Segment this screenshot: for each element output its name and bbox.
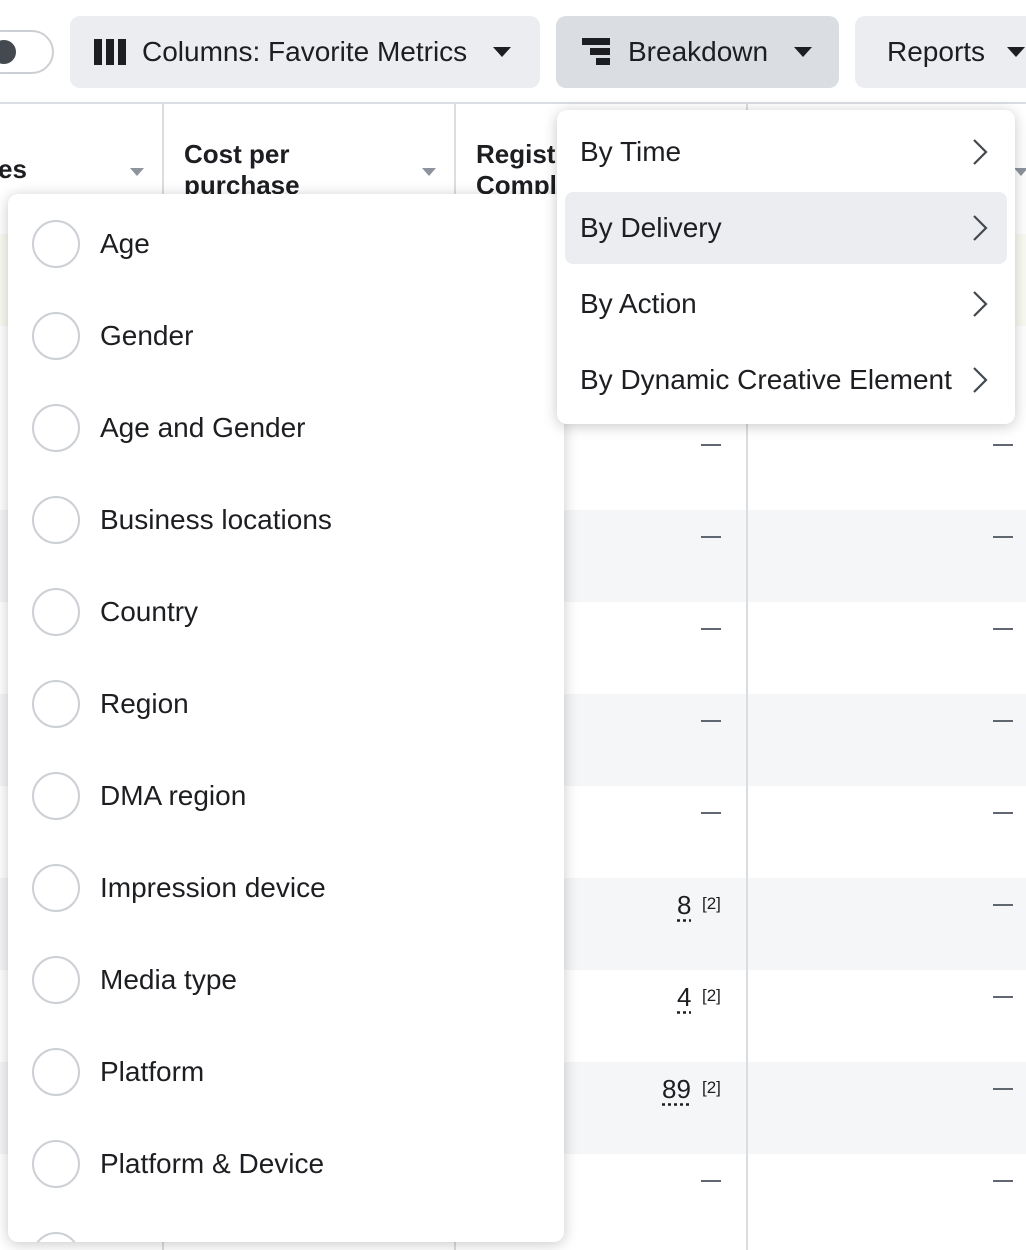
breakdown-icon: [582, 38, 610, 65]
chevron-right-icon: [973, 291, 988, 317]
empty-cell-dash: [701, 536, 721, 538]
empty-cell-dash: [701, 720, 721, 722]
columns-button[interactable]: Columns: Favorite Metrics: [70, 16, 540, 88]
empty-cell-dash: [993, 628, 1013, 630]
registrations-footnote: [2]: [702, 894, 721, 913]
option-partially-visible[interactable]: [8, 1210, 564, 1242]
option-gender[interactable]: Gender: [8, 290, 564, 382]
empty-cell-dash: [701, 812, 721, 814]
option-label: DMA region: [100, 780, 247, 811]
option-label: Media type: [100, 964, 237, 995]
radio-button[interactable]: [32, 220, 80, 268]
radio-button[interactable]: [32, 312, 80, 360]
option-label: Gender: [100, 320, 194, 351]
registrations-footnote: [2]: [702, 986, 721, 1005]
toggle-knob: [0, 40, 16, 64]
chevron-right-icon: [973, 139, 988, 165]
registrations-footnote: [2]: [702, 1078, 721, 1097]
columns-button-label: Columns: Favorite Metrics: [142, 36, 468, 67]
empty-cell-dash: [993, 812, 1013, 814]
option-age[interactable]: Age: [8, 198, 564, 290]
empty-cell-dash: [993, 444, 1013, 446]
toolbar: Columns: Favorite Metrics Breakdown Repo…: [0, 0, 1026, 104]
reports-button[interactable]: Reports: [855, 16, 1026, 88]
empty-cell-dash: [701, 628, 721, 630]
columns-icon: [94, 39, 126, 65]
option-label: Country: [100, 596, 199, 627]
option-media-type[interactable]: Media type: [8, 934, 564, 1026]
radio-button[interactable]: [32, 864, 80, 912]
chevron-right-icon: [973, 367, 988, 393]
option-label: Platform: [100, 1056, 205, 1087]
option-label: Business locations: [100, 504, 332, 535]
empty-cell-dash: [993, 536, 1013, 538]
option-region[interactable]: Region: [8, 658, 564, 750]
option-platform-and-device[interactable]: Platform & Device: [8, 1118, 564, 1210]
empty-cell-dash: [701, 1180, 721, 1182]
reports-button-label: Reports: [887, 36, 986, 67]
option-platform[interactable]: Platform: [8, 1026, 564, 1118]
empty-cell-dash: [993, 996, 1013, 998]
column-header-label: Cost per purchase: [184, 139, 300, 200]
registrations-value[interactable]: 89: [662, 1074, 691, 1105]
empty-cell-dash: [993, 904, 1013, 906]
column-header-label: Regist Compl: [476, 139, 557, 200]
registrations-value[interactable]: 8: [677, 890, 691, 921]
menu-item-label: By Dynamic Creative Element: [580, 364, 952, 395]
option-label: Impression device: [100, 872, 326, 903]
column-header-label: es: [0, 154, 27, 184]
empty-cell-dash: [993, 1088, 1013, 1090]
caret-down-icon: [794, 47, 813, 57]
toggle-switch[interactable]: [0, 30, 54, 74]
empty-cell-dash: [993, 1180, 1013, 1182]
caret-down-icon: [493, 47, 512, 57]
empty-cell-dash: [993, 720, 1013, 722]
registrations-value[interactable]: 4: [677, 982, 691, 1013]
header-sort-caret-right[interactable]: [1014, 168, 1026, 176]
menu-item-label: By Action: [580, 288, 697, 319]
option-business-locations[interactable]: Business locations: [8, 474, 564, 566]
option-label: Region: [100, 688, 189, 719]
radio-button[interactable]: [32, 404, 80, 452]
breakdown-menu: By Time By Delivery By Action By Dynamic…: [557, 110, 1015, 424]
radio-button[interactable]: [32, 588, 80, 636]
breakdown-button-label: Breakdown: [628, 36, 769, 67]
menu-item-label: By Time: [580, 136, 682, 167]
breakdown-button[interactable]: Breakdown: [556, 16, 839, 88]
option-label: Platform & Device: [100, 1148, 325, 1179]
empty-cell-dash: [701, 444, 721, 446]
chevron-right-icon: [973, 215, 988, 241]
menu-item-by-delivery[interactable]: By Delivery: [565, 192, 1007, 264]
radio-button[interactable]: [32, 1048, 80, 1096]
radio-button[interactable]: [32, 1232, 80, 1242]
menu-item-by-dynamic-creative-element[interactable]: By Dynamic Creative Element: [565, 344, 1007, 416]
option-age-and-gender[interactable]: Age and Gender: [8, 382, 564, 474]
menu-item-by-action[interactable]: By Action: [565, 268, 1007, 340]
menu-item-label: By Delivery: [580, 212, 722, 243]
delivery-breakdown-dropdown: Age Gender Age and Gender Business locat…: [8, 194, 564, 1242]
radio-button[interactable]: [32, 680, 80, 728]
option-impression-device[interactable]: Impression device: [8, 842, 564, 934]
sort-caret-icon[interactable]: [130, 168, 144, 176]
radio-button[interactable]: [32, 496, 80, 544]
sort-caret-icon[interactable]: [422, 168, 436, 176]
option-country[interactable]: Country: [8, 566, 564, 658]
radio-button[interactable]: [32, 956, 80, 1004]
menu-item-by-time[interactable]: By Time: [565, 116, 1007, 188]
option-label: Age and Gender: [100, 412, 306, 443]
option-label: Age: [100, 228, 150, 259]
radio-button[interactable]: [32, 1140, 80, 1188]
caret-down-icon: [1007, 47, 1026, 57]
option-dma-region[interactable]: DMA region: [8, 750, 564, 842]
radio-button[interactable]: [32, 772, 80, 820]
